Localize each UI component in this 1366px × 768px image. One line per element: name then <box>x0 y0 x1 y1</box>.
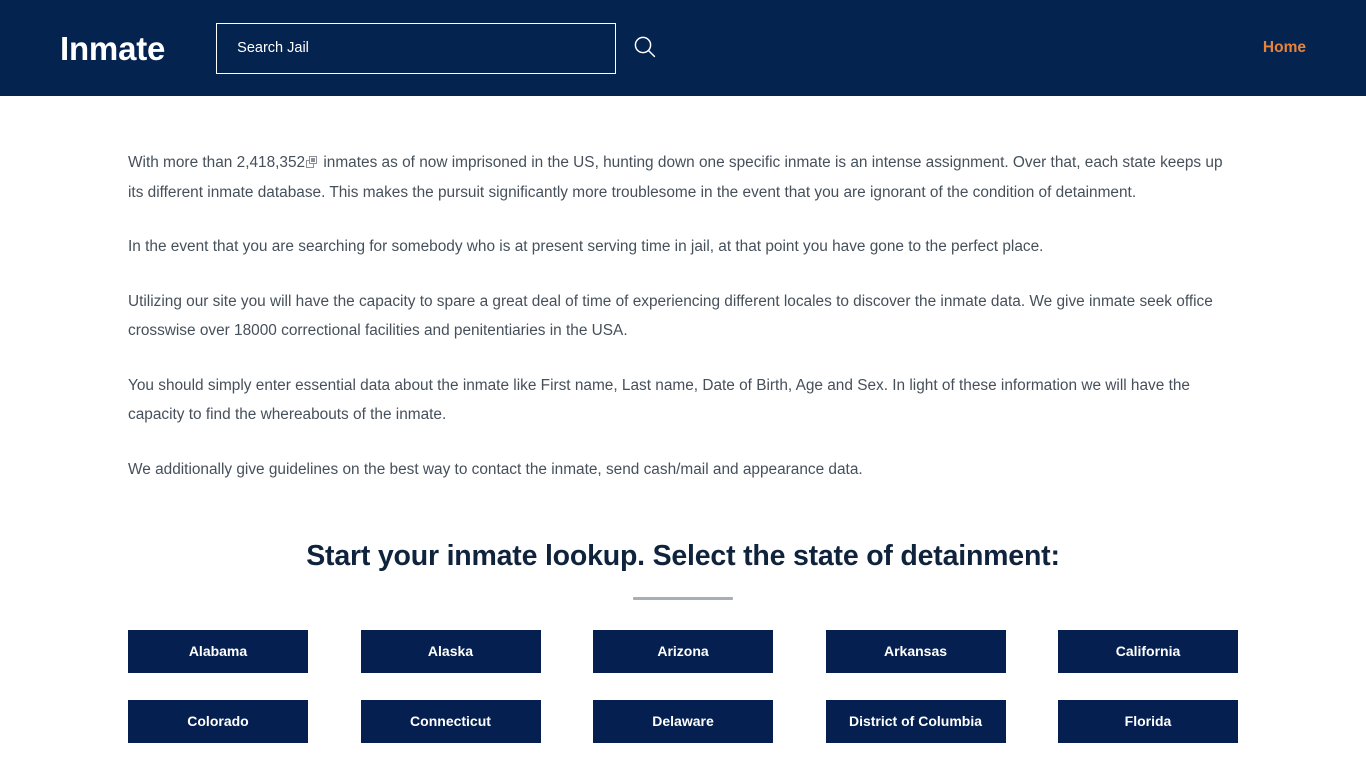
search-submit-button[interactable] <box>624 27 666 69</box>
state-button-delaware[interactable]: Delaware <box>593 699 773 743</box>
paragraph-1-part-1: With more than 2,418,352 <box>128 154 306 171</box>
paragraph-4: You should simply enter essential data a… <box>128 376 1190 424</box>
state-button-arizona[interactable]: Arizona <box>593 629 773 673</box>
state-button-connecticut[interactable]: Connecticut <box>360 699 541 743</box>
state-button-florida[interactable]: Florida <box>1058 699 1238 743</box>
state-button-alabama[interactable]: Alabama <box>128 629 308 673</box>
copy-window-icon[interactable] <box>306 156 318 168</box>
state-button-alaska[interactable]: Alaska <box>360 629 541 673</box>
brand-logo[interactable]: Inmate <box>60 32 165 65</box>
search-input[interactable] <box>216 22 617 74</box>
paragraph-1: With more than 2,418,352 inmates as of n… <box>128 148 1238 207</box>
state-button-district-of-columbia[interactable]: District of Columbia <box>825 699 1006 743</box>
site-header: Inmate Home <box>0 0 1366 96</box>
search-icon <box>632 34 658 63</box>
state-button-grid: Alabama Alaska Arizona Arkansas Californ… <box>128 629 1238 743</box>
main-content: With more than 2,418,352 inmates as of n… <box>0 96 1366 743</box>
state-button-arkansas[interactable]: Arkansas <box>825 629 1006 673</box>
state-button-colorado[interactable]: Colorado <box>128 699 308 743</box>
nav-link-home[interactable]: Home <box>1263 39 1306 57</box>
lookup-section-header: Start your inmate lookup. Select the sta… <box>128 539 1238 600</box>
intro-copy: With more than 2,418,352 inmates as of n… <box>128 96 1238 484</box>
main-navigation: Home <box>1263 39 1306 57</box>
paragraph-2: In the event that you are searching for … <box>128 238 1044 255</box>
page-title: Start your inmate lookup. Select the sta… <box>306 540 1060 572</box>
state-button-california[interactable]: California <box>1058 629 1238 673</box>
paragraph-3: Utilizing our site you will have the cap… <box>128 292 1213 340</box>
paragraph-5: We additionally give guidelines on the b… <box>128 460 863 478</box>
search-bar <box>216 22 666 74</box>
heading-divider <box>633 596 733 600</box>
